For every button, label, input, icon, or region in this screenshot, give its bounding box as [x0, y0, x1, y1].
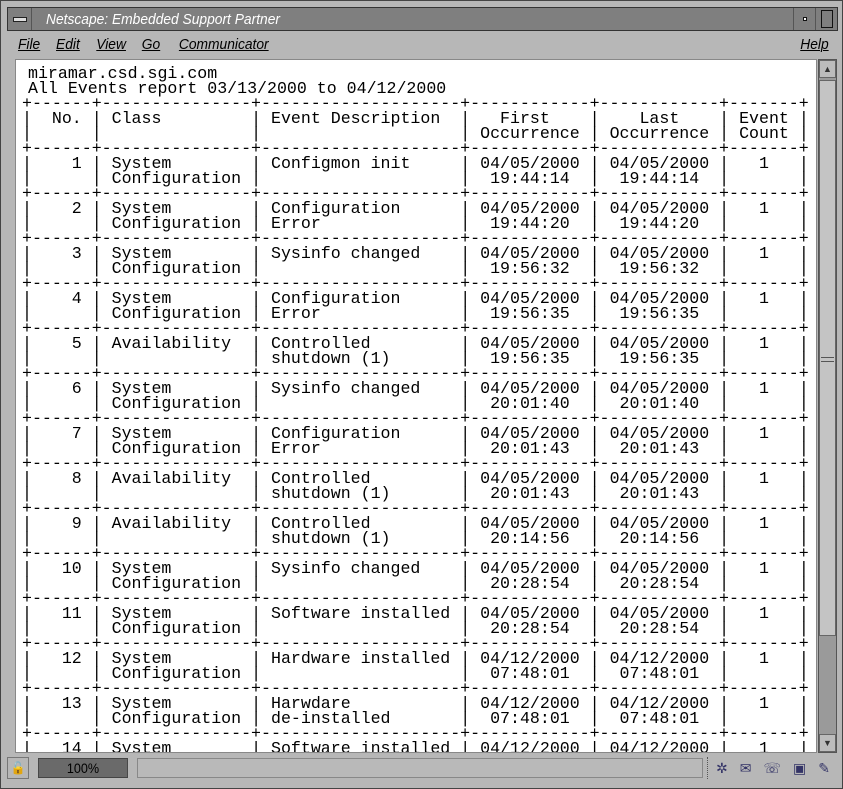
table-row: | 14 | System | Software installed | 04/…: [22, 739, 809, 753]
window-title: Netscape: Embedded Support Partner: [46, 10, 280, 28]
cell-count: 1: [729, 739, 799, 753]
menu-bar: File Edit View Go Communicator Help: [7, 32, 838, 57]
cell-first-occurrence: 04/12/2000: [470, 739, 590, 753]
vertical-scrollbar[interactable]: ▲ ▼: [818, 59, 837, 753]
mailbox-icon[interactable]: ✉: [740, 760, 752, 777]
menu-go[interactable]: Go: [142, 36, 160, 53]
menu-communicator[interactable]: Communicator: [179, 36, 269, 53]
column-divider: |: [589, 739, 600, 753]
cell-last-occurrence: 04/12/2000: [599, 739, 720, 753]
menu-file[interactable]: File: [18, 36, 40, 53]
cell-no: 14: [31, 739, 92, 753]
title-bar[interactable]: Netscape: Embedded Support Partner: [7, 7, 838, 31]
menu-edit[interactable]: Edit: [56, 36, 80, 53]
minimize-button[interactable]: [793, 8, 815, 30]
scroll-thumb[interactable]: [819, 80, 836, 636]
grip-icon: [821, 357, 834, 362]
component-bar: ✲ ✉ ☏ ▣ ✎: [707, 757, 838, 779]
column-divider: |: [719, 739, 730, 753]
window-menu-icon: [12, 16, 27, 22]
scroll-up-arrow-icon[interactable]: ▲: [819, 60, 836, 78]
edit-icon[interactable]: ✎: [818, 760, 830, 777]
security-lock-icon[interactable]: 🔓: [7, 757, 29, 779]
composer-icon[interactable]: ▣: [793, 760, 806, 777]
menu-view[interactable]: View: [96, 36, 126, 53]
maximize-button[interactable]: [815, 8, 837, 30]
cell-description: Software installed: [261, 739, 461, 753]
browser-window: Netscape: Embedded Support Partner File …: [0, 0, 843, 789]
status-bar: 🔓 100% ✲ ✉ ☏ ▣ ✎: [7, 755, 838, 781]
discussion-icon[interactable]: ☏: [764, 760, 782, 777]
column-divider: |: [22, 739, 32, 753]
zoom-level: 100%: [38, 758, 128, 778]
maximize-icon: [820, 10, 833, 28]
menu-help[interactable]: Help: [800, 36, 828, 53]
column-divider: |: [798, 739, 809, 753]
scroll-down-arrow-icon[interactable]: ▼: [819, 734, 836, 752]
window-menu-button[interactable]: [8, 8, 32, 30]
page-content: miramar.csd.sgi.com All Events report 03…: [15, 59, 817, 753]
events-table: +------+---------------+----------------…: [22, 95, 809, 753]
status-message: [137, 758, 704, 778]
navigator-icon[interactable]: ✲: [716, 760, 728, 777]
column-divider: |: [460, 739, 471, 753]
minimize-icon: [802, 17, 807, 21]
column-divider: |: [251, 739, 262, 753]
cell-class: System: [101, 739, 252, 753]
column-divider: |: [91, 739, 102, 753]
